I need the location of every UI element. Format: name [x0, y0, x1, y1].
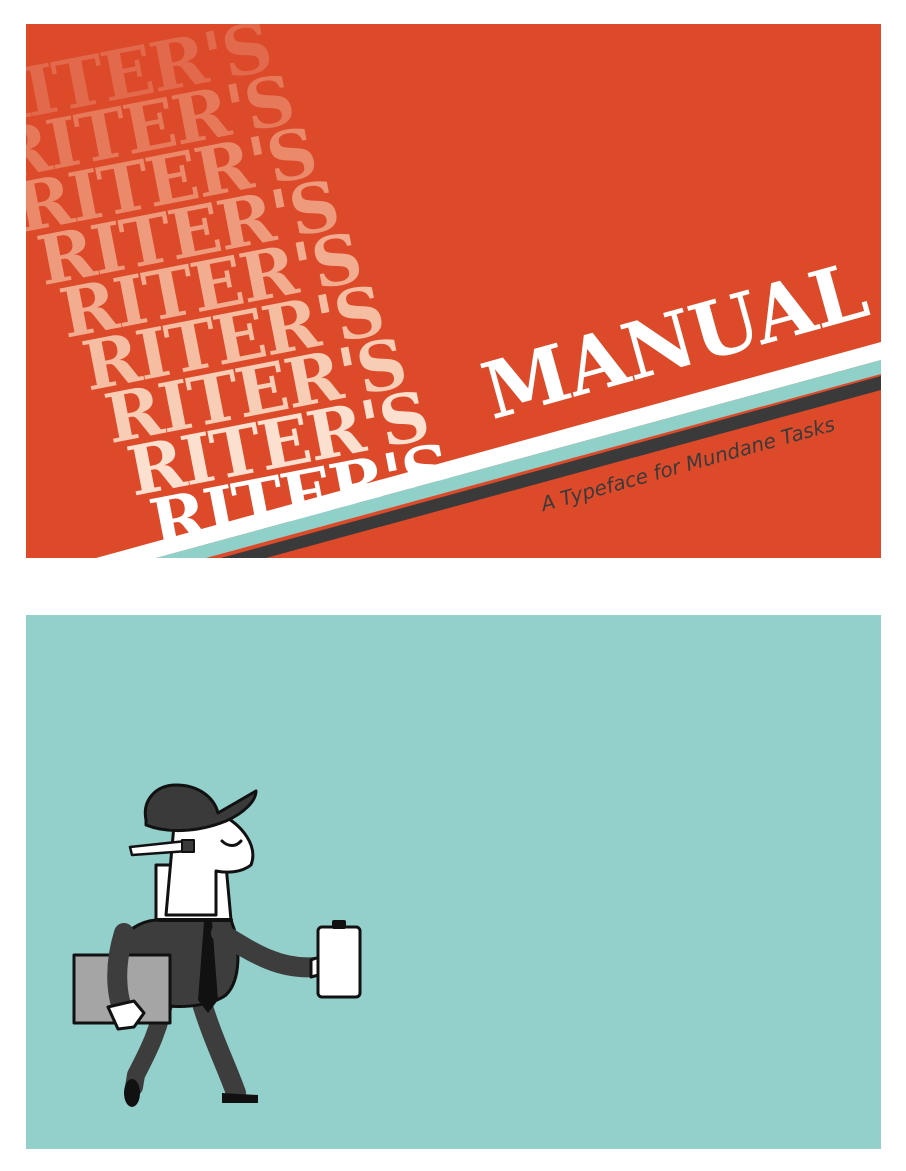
cover-art: RITER'S RITER'S RITER'S RITER'S RITER'S …	[26, 24, 881, 558]
left-arm	[107, 923, 134, 1023]
illustration-art	[26, 615, 881, 1149]
back-shoe	[124, 1079, 140, 1107]
illustration-panel	[26, 615, 881, 1149]
illustration-background	[26, 615, 881, 1149]
pencil-end	[181, 839, 195, 853]
cover-panel: RITER'S RITER'S RITER'S RITER'S RITER'S …	[26, 24, 881, 558]
clipboard-clip	[332, 920, 346, 929]
clipboard-icon	[316, 925, 362, 999]
